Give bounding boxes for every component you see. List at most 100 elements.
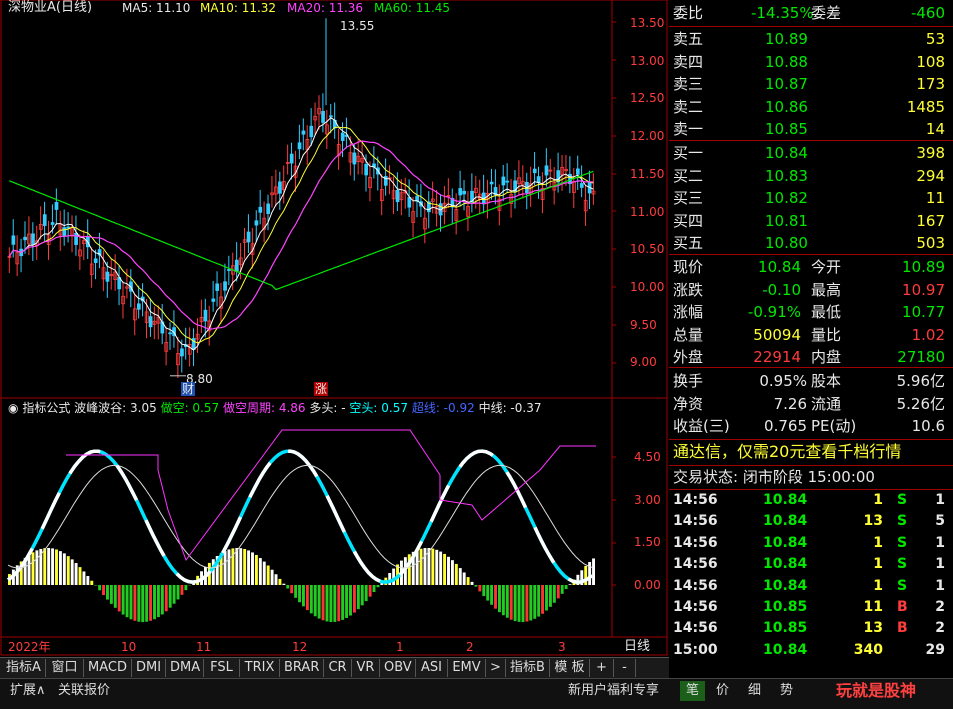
asks-row[interactable]: 卖四10.88108 [669,51,953,73]
hist-bar-down [545,585,548,611]
hist-bar-down [345,585,348,618]
indicator-y-label: 4.50 [634,450,661,464]
asks-row[interactable]: 卖三10.87173 [669,73,953,95]
candle-body [298,143,301,149]
hist-bar-down [541,585,544,614]
hist-bar-down [149,585,152,621]
indicator-tab[interactable]: VR [352,659,380,677]
hist-bar-up [282,584,285,585]
asks-row[interactable]: 卖五10.8953 [669,28,953,50]
indicator-tab[interactable]: FSL [204,659,240,677]
related-quote-button[interactable]: 关联报价 [58,681,110,701]
hist-bar-down [357,585,360,609]
indicator-tab[interactable]: - [614,659,636,677]
hist-bar-up [451,560,454,585]
tab-bi[interactable]: 笔 [680,681,705,701]
candle-body [267,204,270,214]
bids-row[interactable]: 买五10.80503 [669,232,953,254]
indicator-y-label: 0.00 [634,578,661,592]
indicator-name[interactable]: 指标公式 [22,401,70,415]
hist-bar-down [502,585,505,615]
expand-button[interactable]: 扩展∧ [10,681,46,701]
chart-canvas[interactable] [0,0,669,657]
hist-bar-up [212,559,215,585]
hist-bar-up [431,549,434,585]
duotou-value: 多头: - [309,401,345,415]
candle-body [341,133,344,140]
candle-body [259,207,262,212]
finance-marker[interactable]: 财 [181,382,195,396]
hist-bar-down [365,585,368,601]
indicator-tab[interactable]: DMI [132,659,166,677]
candle-body [224,282,227,290]
indicator-tab[interactable]: 模 板 [550,659,590,677]
main-y-label: 10.50 [630,242,664,256]
hist-bar-down [537,585,540,617]
indicator-tab[interactable]: ASI [416,659,448,677]
candle-body [502,177,505,185]
bids-row[interactable]: 买二10.83294 [669,165,953,187]
bids-row[interactable]: 买三10.8211 [669,187,953,209]
asks-row[interactable]: 卖一10.8514 [669,118,953,140]
hist-bar-down [141,585,144,622]
indicator-tab[interactable]: BRAR [280,659,324,677]
collapse-icon[interactable]: ◉ [8,401,18,415]
tab-shi[interactable]: 势 [780,681,793,701]
candle-body [94,259,97,263]
candle-body [290,154,293,163]
hist-bar-down [522,585,525,622]
ma20-legend: MA20: 11.36 [287,1,363,15]
indicator-tab[interactable]: EMV [448,659,486,677]
limit-up-marker[interactable]: 涨 [314,382,328,396]
tab-xi[interactable]: 细 [748,681,761,701]
indicator-tab[interactable]: DMA [166,659,204,677]
indicator-tab[interactable]: MACD [84,659,132,677]
indicator-tab[interactable]: 指标B [506,659,550,677]
hist-bar-down [169,585,172,608]
kongtou-value: 空头: 0.57 [349,401,408,415]
indicator-tab[interactable]: > [486,659,506,677]
hist-bar-up [251,552,254,585]
indicator-tab[interactable]: 窗口 [46,659,84,677]
candle-body [396,190,399,201]
hist-bar-down [126,585,129,617]
hist-bar-up [267,565,270,585]
fundamental-row: 收益(三)0.765PE(动)10.6 [669,415,953,437]
date-2022: 2022年 [8,640,51,654]
candle-body [63,228,66,236]
quote-row: 总量50094量比1.02 [669,324,953,346]
period-button[interactable]: 日线 [624,640,650,654]
hist-bar-up [71,559,74,585]
tab-jia[interactable]: 价 [716,681,729,701]
candle-body [310,126,313,136]
asks-row[interactable]: 卖二10.861485 [669,96,953,118]
hist-bar-down [161,585,164,614]
promo-banner[interactable]: 通达信，仅需20元查看千档行情 [669,441,953,463]
candle-body [533,169,536,173]
hist-bar-down [498,585,501,612]
hist-bar-down [486,585,489,601]
indicator-tab[interactable]: + [590,659,614,677]
hist-bar-down [133,585,136,621]
candle-body [322,111,325,122]
bids-row[interactable]: 买四10.81167 [669,210,953,232]
indicator-tab[interactable]: CR [324,659,352,677]
indicator-tab[interactable]: OBV [380,659,416,677]
indicator-tab[interactable]: TRIX [240,659,280,677]
hist-bar-down [322,585,325,620]
candle-body [537,177,540,183]
hist-bar-down [373,585,376,592]
hist-bar-down [310,585,313,613]
bids-row[interactable]: 买一10.84398 [669,142,953,164]
hist-bar-up [463,572,466,585]
hist-bar-up [82,571,85,585]
chaoxian-value: 超线: -0.92 [412,401,475,415]
hist-bar-up [239,548,242,585]
hist-bar-down [302,585,305,606]
candle-body [216,284,219,291]
main-y-label: 12.50 [630,91,664,105]
tick-row: 15:0010.8434029 [669,640,953,661]
hist-bar-up [271,570,274,585]
new-user-welfare-link[interactable]: 新用户福利专享 [568,681,659,701]
indicator-tab[interactable]: 指标A [2,659,46,677]
